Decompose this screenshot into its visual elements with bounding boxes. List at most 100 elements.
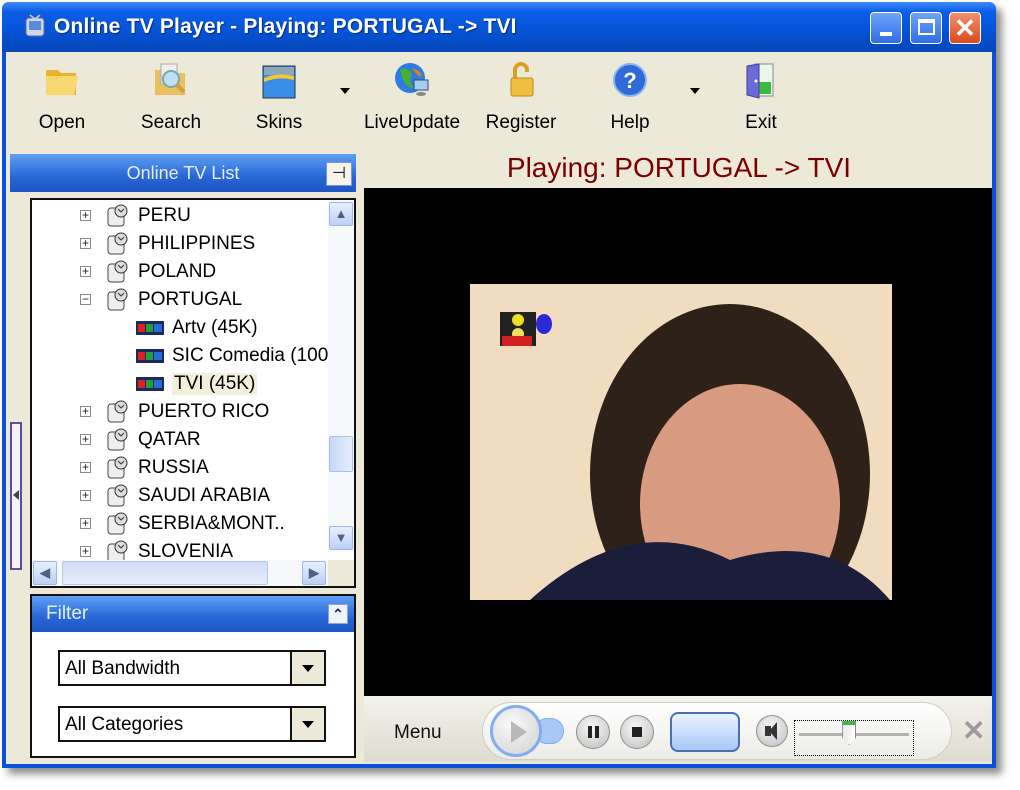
collapse-node-icon[interactable]: − — [80, 293, 91, 305]
dropdown-arrow-icon — [302, 721, 314, 728]
expand-node-icon[interactable]: + — [80, 517, 91, 529]
country-globe-icon — [107, 204, 128, 227]
open-button[interactable]: Open — [36, 60, 88, 134]
filter-collapse-button[interactable]: ⌃ — [328, 604, 348, 624]
now-playing-title: Playing: PORTUGAL -> TVI — [506, 152, 852, 183]
expand-node-icon[interactable]: + — [80, 209, 91, 221]
help-button[interactable]: ? Help — [606, 60, 654, 134]
filter-title: Filter — [46, 603, 89, 624]
dropdown-arrow-icon — [302, 665, 314, 672]
country-globe-icon — [107, 400, 128, 423]
menu-button[interactable]: Menu — [394, 722, 442, 744]
exit-button[interactable]: Exit — [740, 60, 782, 134]
close-player-button[interactable]: ✕ — [962, 714, 985, 747]
scroll-corner — [328, 560, 354, 586]
expand-node-icon[interactable]: + — [80, 545, 91, 557]
skins-label: Skins — [255, 112, 303, 133]
vertical-scroll-thumb[interactable] — [329, 436, 353, 472]
register-label: Register — [485, 112, 557, 133]
expand-node-icon[interactable]: + — [80, 489, 91, 501]
tree-item-label: SERBIA&MONT.. — [138, 513, 285, 534]
client-area: Open Search Skins LiveUpdate Register ? — [6, 52, 992, 764]
volume-thumb[interactable] — [842, 721, 857, 745]
horizontal-scroll-thumb[interactable] — [62, 561, 268, 585]
register-button[interactable]: Register — [484, 60, 558, 134]
liveupdate-label: LiveUpdate — [363, 112, 461, 133]
country-globe-icon — [107, 512, 128, 535]
globe-update-icon — [395, 63, 429, 96]
expand-node-icon[interactable]: + — [80, 461, 91, 473]
skins-button[interactable]: Skins — [250, 60, 308, 134]
channel-film-icon — [136, 321, 164, 335]
scroll-down-button[interactable]: ▼ — [329, 526, 353, 550]
country-globe-icon — [107, 456, 128, 479]
scroll-left-button[interactable]: ◀ — [33, 561, 57, 585]
tv-list-panel: Online TV List ⊣ + PERU + PHILIPPINES + POLAN… — [8, 152, 360, 762]
scroll-up-button[interactable]: ▲ — [329, 202, 353, 226]
panel-collapse-handle[interactable] — [10, 422, 22, 570]
country-globe-icon — [107, 288, 128, 311]
toolbar: Open Search Skins LiveUpdate Register ? — [6, 52, 992, 148]
expand-node-icon[interactable]: + — [80, 433, 91, 445]
bandwidth-value: All Bandwidth — [65, 658, 181, 679]
expand-node-icon[interactable]: + — [80, 237, 91, 249]
country-globe-icon — [107, 428, 128, 451]
tree-vertical-scrollbar[interactable]: ▲ ▼ — [328, 200, 354, 552]
exit-label: Exit — [745, 112, 777, 133]
tree-item-label: SIC Comedia (100 — [172, 345, 329, 366]
skins-icon — [262, 65, 296, 99]
stop-button[interactable] — [620, 715, 654, 749]
side-strip — [8, 192, 24, 762]
expand-node-icon[interactable]: + — [80, 405, 91, 417]
close-button[interactable]: ✕ — [949, 12, 981, 44]
tree-item-label: PORTUGAL — [138, 289, 243, 310]
filter-header[interactable]: Filter ⌃ — [32, 596, 354, 632]
skins-dropdown-arrow[interactable] — [340, 88, 350, 94]
chevron-up-icon: ▲ — [334, 206, 348, 221]
title-bar[interactable]: Online TV Player - Playing: PORTUGAL -> … — [2, 2, 996, 52]
playback-control-bar: Menu ✕ — [364, 696, 992, 762]
tree-item-label: POLAND — [138, 261, 217, 282]
country-globe-icon — [107, 484, 128, 507]
help-label: Help — [610, 112, 650, 133]
tree-item-label: Artv (45K) — [172, 317, 258, 338]
tree-item-label: SAUDI ARABIA — [138, 485, 270, 506]
selected-channel-label: TVI (45K) — [172, 373, 258, 395]
channel-film-icon — [136, 377, 164, 391]
tree-item-label: PERU — [138, 205, 191, 226]
pause-button[interactable] — [576, 715, 610, 749]
expand-node-icon[interactable]: + — [80, 265, 91, 277]
scroll-right-button[interactable]: ▶ — [302, 561, 326, 585]
pin-button[interactable]: ⊣ — [326, 162, 352, 186]
categories-dropdown-button[interactable] — [290, 708, 324, 740]
liveupdate-button[interactable]: LiveUpdate — [362, 60, 462, 134]
maximize-button[interactable] — [910, 12, 942, 44]
minimize-icon — [880, 32, 892, 36]
tree-item-label: PUERTO RICO — [138, 401, 270, 422]
minimize-button[interactable] — [870, 12, 902, 44]
open-label: Open — [38, 112, 86, 133]
tree-item-label: QATAR — [138, 429, 201, 450]
tree-item-label: PHILIPPINES — [138, 233, 256, 254]
play-icon — [511, 721, 527, 743]
search-button[interactable]: Search — [136, 60, 206, 134]
video-area[interactable] — [364, 188, 992, 696]
bandwidth-dropdown-button[interactable] — [290, 652, 324, 684]
mute-button[interactable] — [756, 715, 788, 747]
volume-slider[interactable] — [794, 720, 914, 756]
folder-open-icon — [46, 70, 78, 95]
help-dropdown-arrow[interactable] — [690, 88, 700, 94]
help-icon: ? — [613, 63, 647, 97]
window-title: Online TV Player - Playing: PORTUGAL -> … — [54, 15, 517, 38]
collapse-left-icon — [13, 490, 19, 500]
bandwidth-select[interactable]: All Bandwidth — [58, 650, 326, 686]
stop-icon — [632, 727, 642, 737]
speaker-cone — [769, 722, 777, 740]
lock-icon — [510, 62, 534, 97]
close-icon: ✕ — [954, 13, 976, 43]
categories-select[interactable]: All Categories — [58, 706, 326, 742]
channel-tree[interactable]: + PERU + PHILIPPINES + POLAND − PORTUGAL Artv (4… — [30, 198, 356, 588]
search-folder-icon — [155, 63, 186, 95]
play-button[interactable] — [490, 705, 542, 757]
tree-horizontal-scrollbar[interactable]: ◀ ▶ — [32, 560, 328, 586]
